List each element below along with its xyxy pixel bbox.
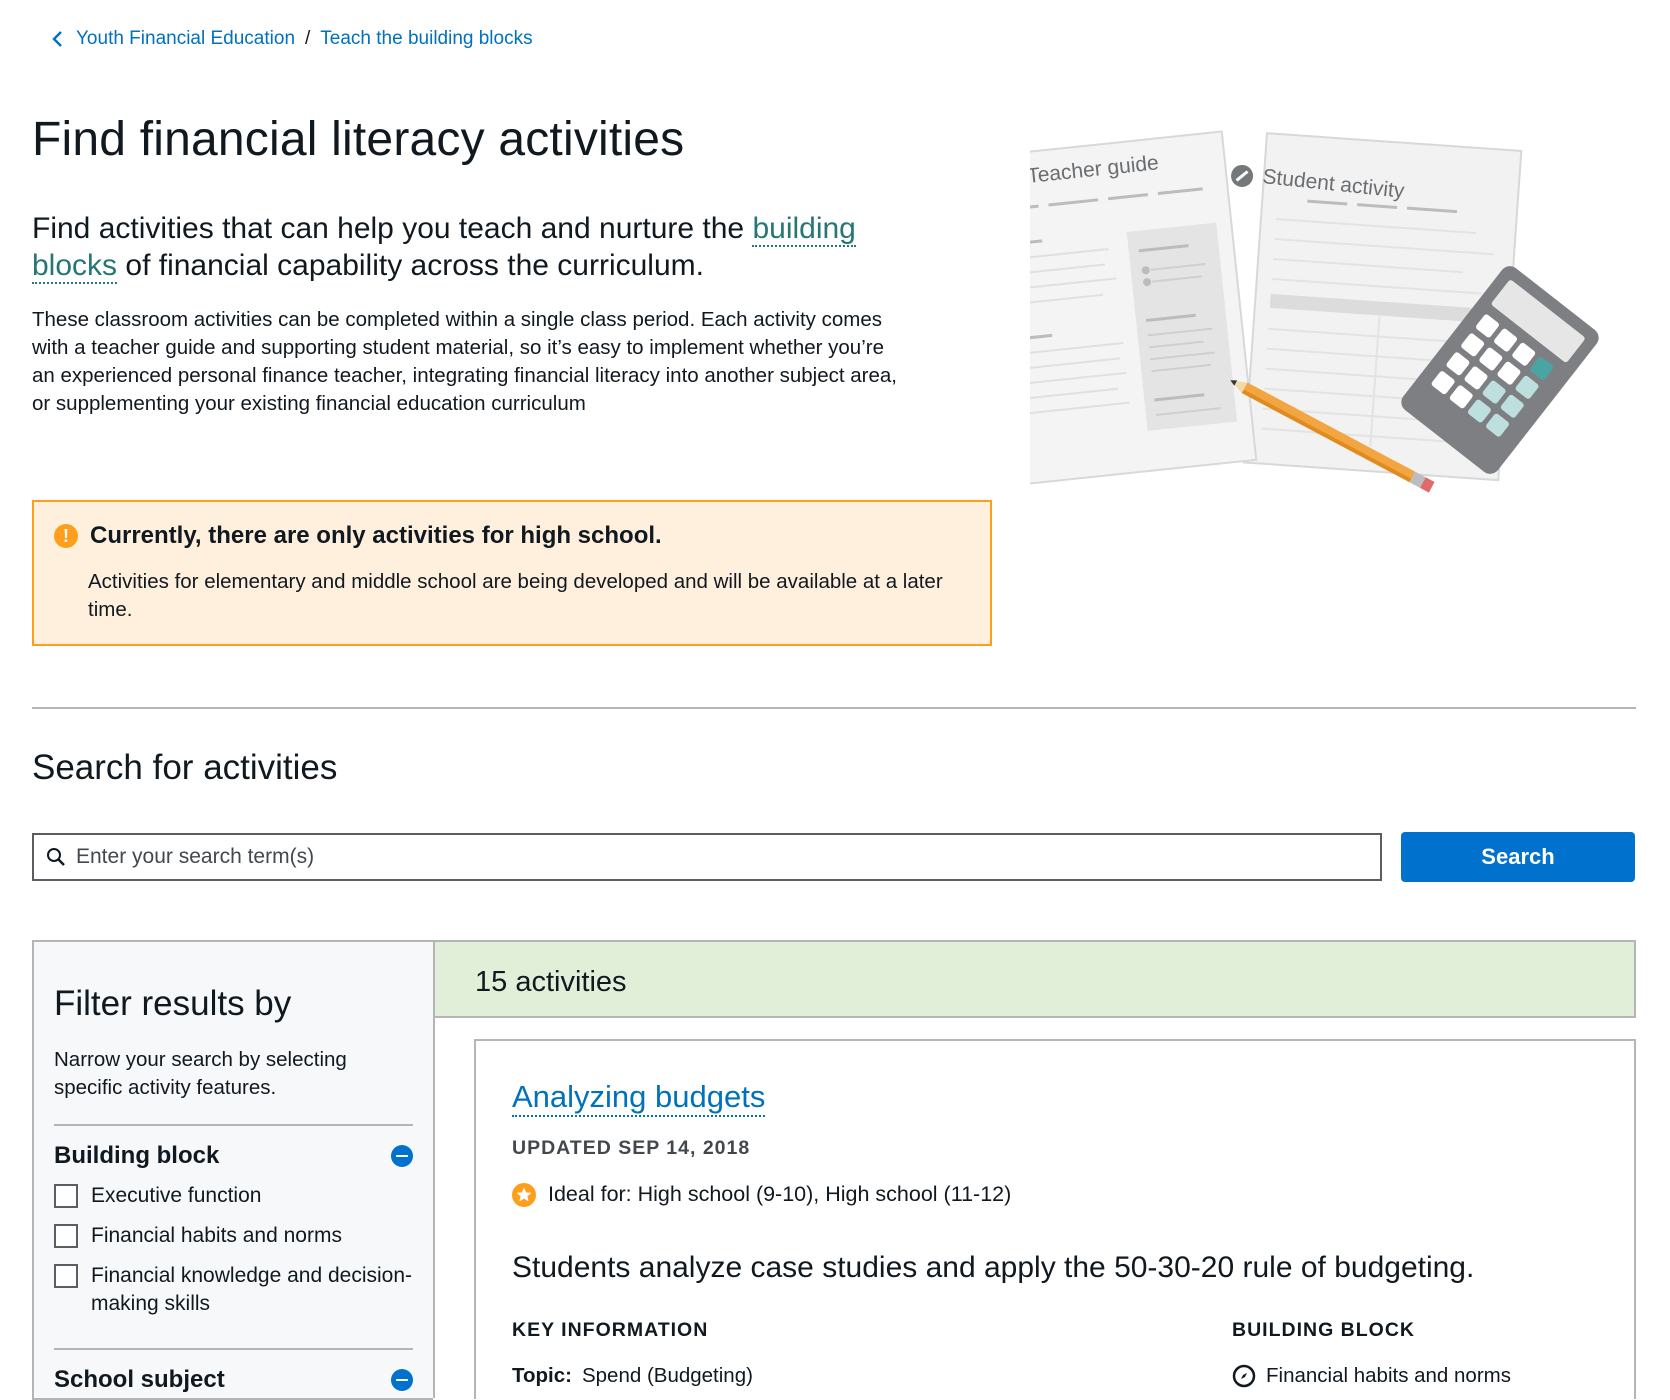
page-title: Find financial literacy activities: [32, 113, 685, 166]
activity-card: Analyzing budgets UPDATED SEP 14, 2018 I…: [474, 1039, 1636, 1399]
building-block-column: BUILDING BLOCK Financial habits and norm…: [1232, 1319, 1511, 1388]
filter-option-label: Financial knowledge and decision-making …: [91, 1264, 413, 1315]
activity-ideal-for: Ideal for: High school (9-10), High scho…: [512, 1182, 1598, 1207]
checkbox[interactable]: [54, 1224, 78, 1248]
results-count: 15 activities: [475, 966, 627, 998]
filter-intro: Narrow your search by selecting specific…: [54, 1048, 347, 1099]
activity-updated-date: UPDATED SEP 14, 2018: [512, 1137, 751, 1159]
building-block-row: Financial habits and norms: [1232, 1364, 1511, 1388]
search-icon: [47, 848, 65, 866]
lead-paragraph: Find activities that can help you teach …: [32, 210, 892, 284]
activity-description: Students analyze case studies and apply …: [512, 1251, 1475, 1284]
results-count-bar: 15 activities: [433, 940, 1636, 1018]
compass-icon: [1232, 1364, 1256, 1388]
ideal-for-text: Ideal for: High school (9-10), High scho…: [548, 1182, 1012, 1206]
warning-icon: !: [54, 524, 78, 548]
topic-label: Topic:: [512, 1364, 572, 1387]
filter-option-executive-function[interactable]: Executive function: [54, 1182, 413, 1210]
filter-option-financial-knowledge[interactable]: Financial knowledge and decision-making …: [54, 1262, 413, 1318]
breadcrumb-separator: /: [305, 28, 311, 49]
filter-heading: Filter results by: [54, 984, 292, 1023]
lead-text-end: of financial capability across the curri…: [117, 249, 704, 282]
chevron-left-icon: [52, 31, 62, 47]
key-information-label: KEY INFORMATION: [512, 1319, 709, 1341]
filter-option-label: Financial habits and norms: [91, 1224, 342, 1247]
search-field[interactable]: [32, 833, 1382, 881]
breadcrumb: Youth Financial Education / Teach the bu…: [50, 28, 533, 50]
results-border: [433, 1018, 435, 1398]
key-information-column: KEY INFORMATION Topic: Spend (Budgeting): [512, 1319, 1232, 1388]
checkbox[interactable]: [54, 1264, 78, 1288]
breadcrumb-parent-link[interactable]: Youth Financial Education: [76, 28, 295, 50]
pencil-mark-icon: [1231, 164, 1254, 187]
filter-option-label: Executive function: [91, 1184, 262, 1207]
building-block-value: Financial habits and norms: [1266, 1364, 1511, 1387]
lead-text-start: Find activities that can help you teach …: [32, 212, 753, 245]
star-icon: [512, 1182, 536, 1207]
collapse-minus-icon[interactable]: [391, 1145, 413, 1167]
section-divider: [32, 707, 1636, 709]
filter-group-label: Building block: [54, 1142, 220, 1169]
intro-paragraph: These classroom activities can be comple…: [32, 308, 897, 415]
collapse-minus-icon[interactable]: [391, 1369, 413, 1391]
building-block-label: BUILDING BLOCK: [1232, 1319, 1415, 1341]
filter-group-building-block: Building block Executive function Financ…: [54, 1124, 413, 1318]
filter-group-label: School subject: [54, 1366, 225, 1393]
notice-body: Activities for elementary and middle sch…: [88, 570, 943, 621]
breadcrumb-current-link[interactable]: Teach the building blocks: [320, 28, 532, 50]
worksheets-illustration: Student activity Teacher guide: [1030, 130, 1599, 493]
topic-row: Topic: Spend (Budgeting): [512, 1364, 1232, 1388]
search-input[interactable]: [74, 844, 1380, 870]
notice-title-row: ! Currently, there are only activities f…: [54, 522, 970, 550]
topic-value: Spend (Budgeting): [581, 1364, 753, 1387]
search-button[interactable]: Search: [1401, 832, 1635, 882]
filter-option-financial-habits[interactable]: Financial habits and norms: [54, 1222, 413, 1250]
activity-details: KEY INFORMATION Topic: Spend (Budgeting)…: [512, 1319, 1598, 1388]
activity-title-link[interactable]: Analyzing budgets: [512, 1079, 766, 1117]
filter-panel: Filter results by Narrow your search by …: [32, 940, 433, 1400]
building-block-toggle[interactable]: Building block: [54, 1142, 413, 1170]
notice-title: Currently, there are only activities for…: [90, 522, 662, 549]
filter-group-school-subject: School subject: [54, 1348, 413, 1394]
search-heading: Search for activities: [32, 748, 338, 787]
checkbox[interactable]: [54, 1184, 78, 1208]
school-subject-toggle[interactable]: School subject: [54, 1366, 413, 1394]
high-school-notice: ! Currently, there are only activities f…: [32, 500, 992, 646]
